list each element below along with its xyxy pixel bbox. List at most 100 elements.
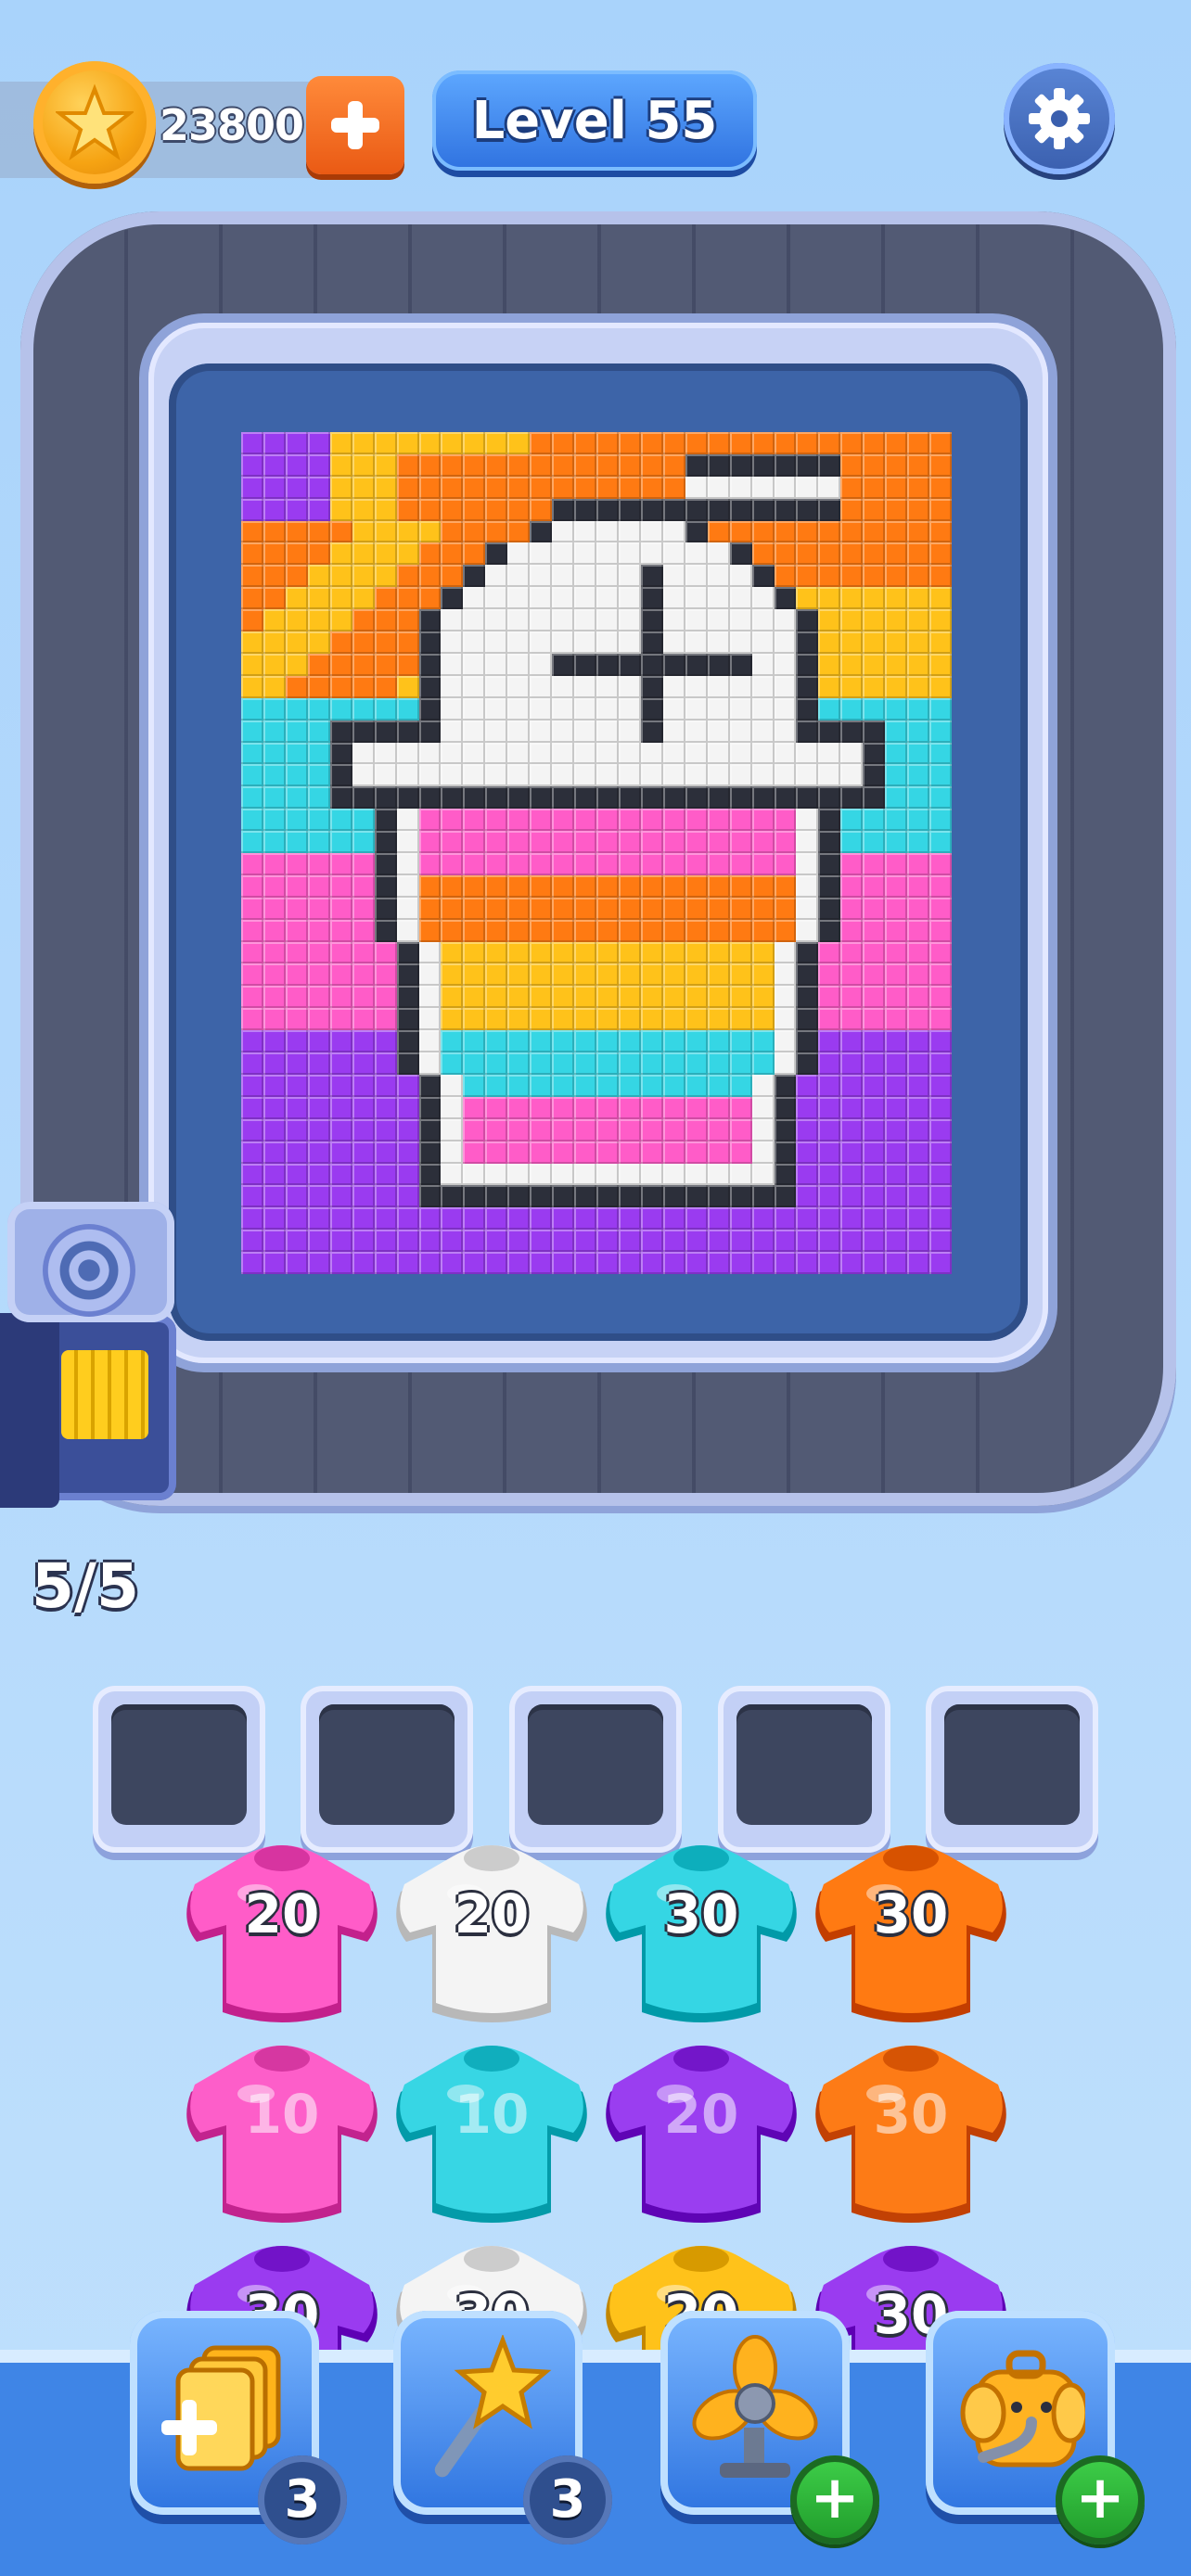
pixel-cell xyxy=(530,764,553,787)
pixel-cell xyxy=(530,1207,553,1231)
pixel-cell xyxy=(618,963,641,987)
pixel-cell xyxy=(863,786,886,810)
add-coins-button[interactable] xyxy=(306,76,404,174)
pixel-cell xyxy=(352,742,375,765)
pixel-cell xyxy=(530,963,553,987)
pixel-cell xyxy=(707,697,730,721)
pixel-cell xyxy=(863,542,886,566)
pixel-cell xyxy=(662,587,685,610)
pixel-cell xyxy=(441,1185,464,1208)
elephant-add-badge[interactable]: + xyxy=(1056,2455,1145,2544)
pixel-cell xyxy=(329,476,352,499)
pixel-cell xyxy=(441,874,464,898)
pixel-cell xyxy=(774,874,797,898)
pixel-cell xyxy=(796,874,819,898)
pixel-cell xyxy=(929,432,952,454)
pixel-cell xyxy=(818,742,841,765)
pixel-cell xyxy=(840,587,864,610)
pixel-cell xyxy=(685,1030,708,1053)
pixel-cell xyxy=(751,1008,775,1031)
queue-slot[interactable] xyxy=(926,1686,1098,1853)
queue-slot[interactable] xyxy=(718,1686,890,1853)
pixel-cell xyxy=(662,1030,685,1053)
pixel-cell xyxy=(818,565,841,588)
pixel-cell xyxy=(751,697,775,721)
pixel-cell xyxy=(929,476,952,499)
pixel-cell xyxy=(796,520,819,543)
pixel-cell xyxy=(241,809,263,832)
pixel-cell xyxy=(885,963,908,987)
shirt-pink[interactable]: 20 xyxy=(178,1838,386,2038)
pixel-cell xyxy=(574,587,596,610)
pixel-cell xyxy=(840,897,864,920)
pixel-cell xyxy=(574,897,596,920)
pixel-cell xyxy=(618,1096,641,1119)
pixel-cell xyxy=(707,520,730,543)
pixel-cell xyxy=(818,809,841,832)
settings-button[interactable] xyxy=(1004,63,1115,174)
pixel-cell xyxy=(263,631,286,654)
pixel-cell xyxy=(507,897,531,920)
gear-icon xyxy=(1029,88,1090,149)
pixel-cell xyxy=(285,764,308,787)
pixel-cell xyxy=(307,1074,330,1097)
pixel-cell xyxy=(263,963,286,987)
pixel-cell xyxy=(263,742,286,765)
pixel-cell xyxy=(507,542,531,566)
pixel-cell xyxy=(818,476,841,499)
pixel-cell xyxy=(818,831,841,853)
pixel-cell xyxy=(285,697,308,721)
pixel-cell xyxy=(396,476,419,499)
queue-slot[interactable] xyxy=(93,1686,265,1853)
queue-slot[interactable] xyxy=(509,1686,682,1853)
pixel-cell xyxy=(485,609,508,632)
pixel-cell xyxy=(530,587,553,610)
pixel-cell xyxy=(685,764,708,787)
pixel-cell xyxy=(885,1230,908,1253)
pixel-cell xyxy=(574,453,596,477)
pixel-cell xyxy=(329,565,352,588)
fan-add-badge[interactable]: + xyxy=(790,2455,879,2544)
pixel-cell xyxy=(818,1141,841,1164)
pixel-cell xyxy=(929,587,952,610)
pixel-cell xyxy=(596,697,619,721)
pixel-cell xyxy=(929,919,952,942)
queue-slot[interactable] xyxy=(301,1686,473,1853)
shirt-orange[interactable]: 30 xyxy=(807,1838,1015,2038)
pixel-cell xyxy=(640,565,663,588)
shirt-white[interactable]: 20 xyxy=(388,1838,596,2038)
pixel-cell xyxy=(285,453,308,477)
pixel-cell xyxy=(241,897,263,920)
pixel-cell xyxy=(796,1163,819,1186)
pixel-cell xyxy=(796,831,819,853)
pixel-cell xyxy=(574,1074,596,1097)
pixel-cell xyxy=(707,963,730,987)
pixel-cell xyxy=(751,542,775,566)
shirt-cyan[interactable]: 30 xyxy=(597,1838,805,2038)
pixel-cell xyxy=(618,897,641,920)
pixel-cell xyxy=(418,520,442,543)
pixel-cell xyxy=(640,1118,663,1141)
pixel-cell xyxy=(685,742,708,765)
pixel-cell xyxy=(507,697,531,721)
pixel-cell xyxy=(729,742,752,765)
pixel-cell xyxy=(662,941,685,964)
pixel-cell xyxy=(840,919,864,942)
pixel-cell xyxy=(329,1074,352,1097)
pixel-cell xyxy=(574,520,596,543)
pixel-cell xyxy=(329,587,352,610)
pixel-cell xyxy=(796,941,819,964)
pixel-cell xyxy=(885,498,908,521)
pixel-cell xyxy=(774,476,797,499)
pixel-cell xyxy=(374,919,397,942)
pixel-cell xyxy=(241,963,263,987)
pixel-cell xyxy=(574,720,596,743)
pixel-cell xyxy=(907,853,930,875)
pixel-cell xyxy=(396,720,419,743)
pixel-cell xyxy=(774,432,797,454)
pixel-cell xyxy=(685,542,708,566)
pixel-cell xyxy=(418,941,442,964)
pixel-cell xyxy=(307,874,330,898)
pixel-cell xyxy=(485,587,508,610)
pixel-cell xyxy=(552,1008,575,1031)
